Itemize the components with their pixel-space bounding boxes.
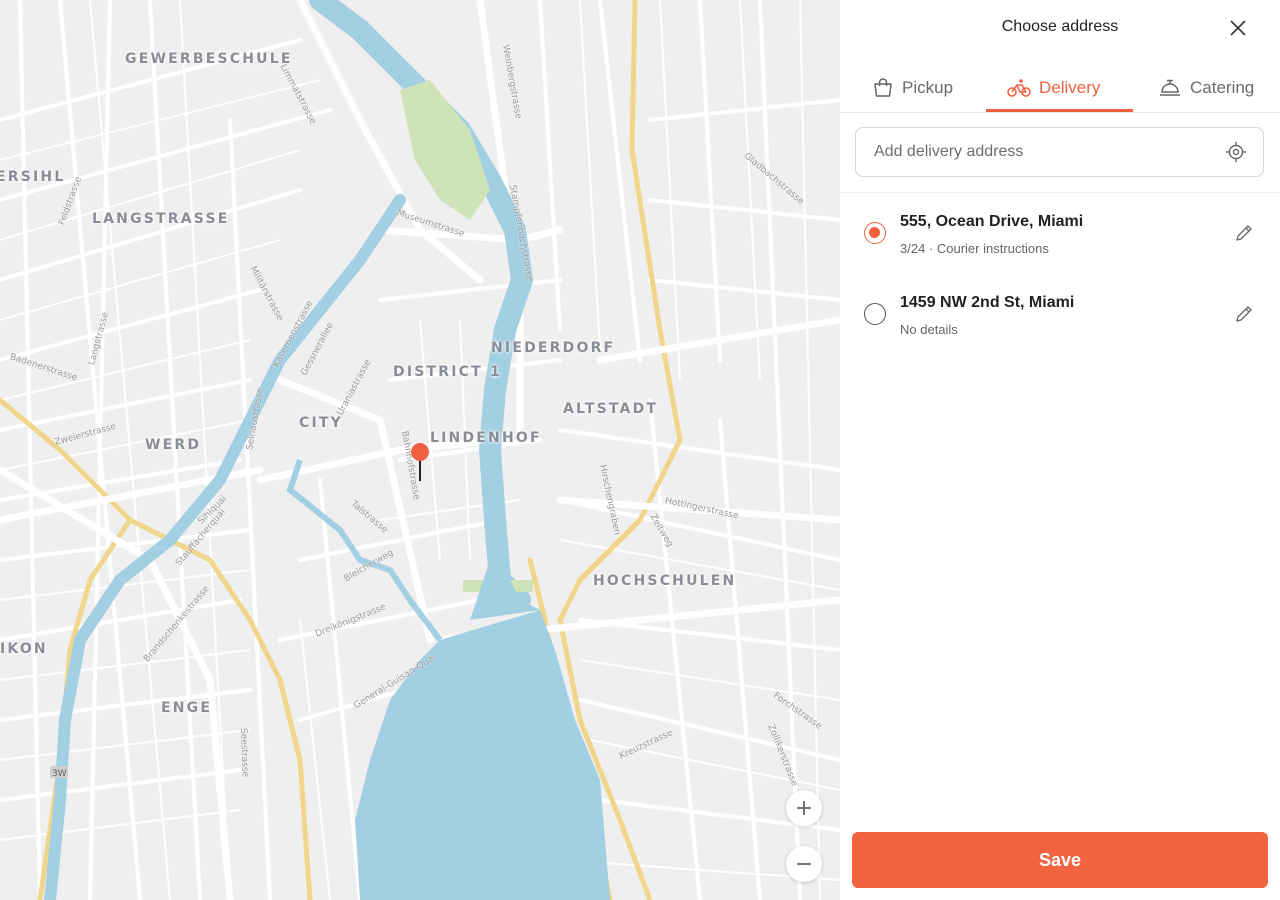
radio-button[interactable] xyxy=(864,303,886,325)
address-panel: Choose address Pickup Delivery Catering … xyxy=(840,0,1280,900)
map-view[interactable]: 3W GEWERBESCHULE ERSIHL LANGSTRASSE NIED… xyxy=(0,0,840,900)
divider xyxy=(840,192,1280,193)
address-option[interactable]: 1459 NW 2nd St, Miami No details xyxy=(840,281,1280,361)
district-label: ERSIHL xyxy=(0,169,66,185)
district-label: CITY xyxy=(299,415,343,431)
close-icon xyxy=(1230,20,1246,36)
serving-cloche-icon xyxy=(1160,79,1180,96)
tab-catering[interactable]: Catering xyxy=(1158,64,1254,111)
tab-pickup[interactable]: Pickup xyxy=(872,64,953,111)
address-title: 1459 NW 2nd St, Miami xyxy=(900,294,1075,311)
order-type-tabs: Pickup Delivery Catering xyxy=(840,64,1280,113)
pencil-icon[interactable] xyxy=(1234,223,1254,243)
address-input[interactable] xyxy=(872,142,1216,162)
district-label: IKON xyxy=(0,641,48,657)
tab-label: Delivery xyxy=(1039,77,1101,97)
radio-button-selected[interactable] xyxy=(864,222,886,244)
tab-label: Catering xyxy=(1190,77,1255,97)
tab-label: Pickup xyxy=(902,77,954,97)
active-tab-indicator xyxy=(986,109,1133,112)
district-label: LINDENHOF xyxy=(430,430,542,446)
district-label: DISTRICT 1 xyxy=(393,364,502,380)
address-details: 3/24 · Courier instructions xyxy=(900,241,1049,256)
location-pin-icon[interactable] xyxy=(409,441,431,483)
pencil-icon[interactable] xyxy=(1234,304,1254,324)
highway-badge: 3W xyxy=(52,769,67,779)
address-details: No details xyxy=(900,322,958,337)
address-field[interactable] xyxy=(855,127,1264,177)
address-option[interactable]: 555, Ocean Drive, Miami 3/24 · Courier i… xyxy=(840,200,1280,280)
save-button[interactable]: Save xyxy=(852,832,1268,888)
locate-me-icon[interactable] xyxy=(1225,141,1247,163)
district-label: HOCHSCHULEN xyxy=(593,573,737,589)
panel-title: Choose address xyxy=(1001,18,1119,35)
street-label: Seestrasse xyxy=(238,727,250,778)
zoom-in-button[interactable] xyxy=(786,790,822,826)
address-title: 555, Ocean Drive, Miami xyxy=(900,213,1084,230)
plus-icon xyxy=(797,801,811,815)
close-button[interactable] xyxy=(1226,16,1250,40)
shopping-bag-icon xyxy=(874,77,892,97)
district-label: GEWERBESCHULE xyxy=(125,51,293,67)
district-label: LANGSTRASSE xyxy=(92,211,230,227)
district-label: ENGE xyxy=(161,700,213,716)
bicycle-icon xyxy=(1007,78,1031,97)
district-label: ALTSTADT xyxy=(563,401,659,417)
district-label: WERD xyxy=(145,437,202,453)
minus-icon xyxy=(797,863,811,865)
tab-delivery[interactable]: Delivery xyxy=(1007,64,1100,111)
zoom-out-button[interactable] xyxy=(786,846,822,882)
district-label: NIEDERDORF xyxy=(491,340,616,356)
